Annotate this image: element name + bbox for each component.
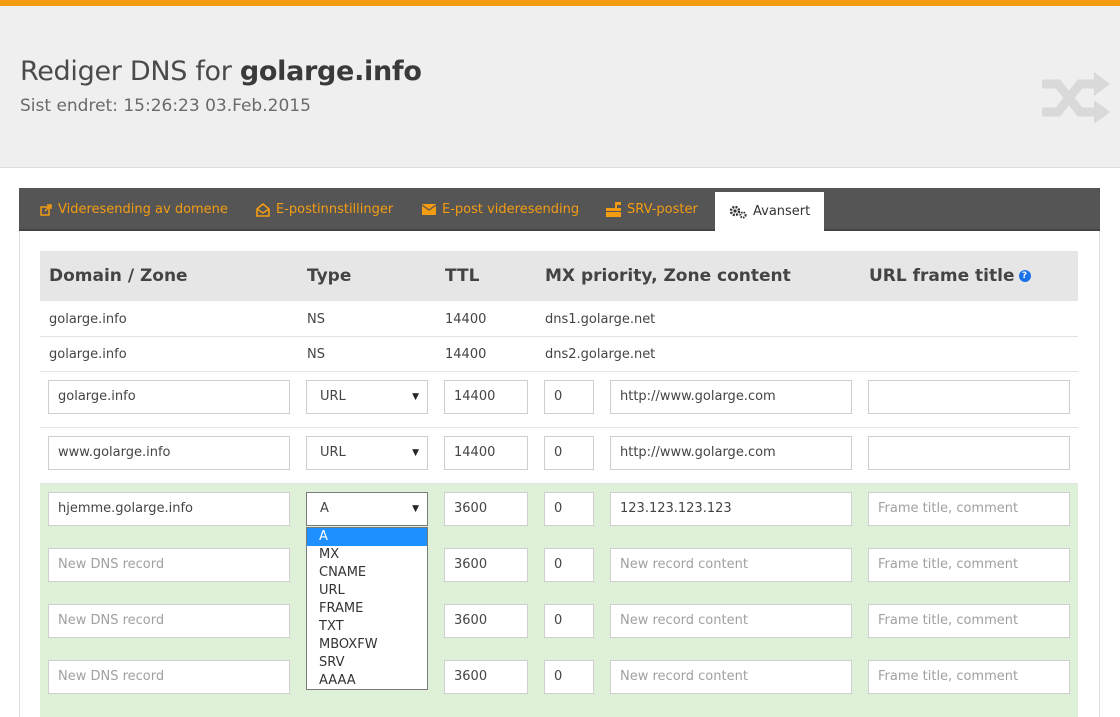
- mx-priority-input[interactable]: 0: [544, 436, 594, 470]
- type-option[interactable]: MX: [307, 546, 427, 564]
- type-dropdown-list: A MX CNAME URL FRAME TXT MBOXFW SRV AAAA: [306, 527, 428, 690]
- row-type: NS: [307, 312, 325, 327]
- type-option[interactable]: CNAME: [307, 564, 427, 582]
- tab-label: E-post videresending: [442, 202, 580, 217]
- new-content-input[interactable]: New record content: [610, 604, 852, 638]
- page-header: Rediger DNS for golarge.info Sist endret…: [0, 6, 1120, 168]
- frame-title-input[interactable]: [868, 436, 1070, 470]
- new-content-input[interactable]: New record content: [610, 660, 852, 694]
- column-header-type: Type: [307, 266, 352, 286]
- tab-domain-forwarding[interactable]: Videresending av domene: [40, 188, 228, 231]
- column-header-frame-title: URL frame title?: [869, 251, 1031, 301]
- row-type: NS: [307, 347, 325, 362]
- external-link-icon: [40, 203, 52, 216]
- type-select[interactable]: URL ▼: [306, 380, 428, 414]
- type-option[interactable]: MBOXFW: [307, 636, 427, 654]
- domain-input[interactable]: www.golarge.info: [48, 436, 290, 470]
- type-select[interactable]: A ▼: [306, 492, 428, 526]
- tab-srv-records[interactable]: SRV-poster: [606, 188, 698, 231]
- row-domain: golarge.info: [49, 312, 127, 327]
- tab-label: Avansert: [753, 204, 811, 219]
- ttl-input[interactable]: 3600: [444, 604, 528, 638]
- ttl-input[interactable]: 14400: [444, 380, 528, 414]
- tab-label: Videresending av domene: [58, 202, 228, 217]
- mailbox-icon: [606, 202, 621, 217]
- mx-priority-input[interactable]: 0: [544, 492, 594, 526]
- tab-email-forwarding[interactable]: E-post videresending: [422, 188, 579, 231]
- new-domain-input[interactable]: New DNS record: [48, 604, 290, 638]
- domain-input[interactable]: golarge.info: [48, 380, 290, 414]
- type-select-value: URL: [320, 445, 346, 460]
- row-ttl: 14400: [445, 347, 487, 362]
- mx-priority-input[interactable]: 0: [544, 380, 594, 414]
- type-option[interactable]: FRAME: [307, 600, 427, 618]
- content-input[interactable]: 123.123.123.123: [610, 492, 852, 526]
- column-header-content: MX priority, Zone content: [545, 266, 791, 286]
- dropdown-arrow-icon: ▼: [412, 504, 419, 514]
- table-header: Domain / Zone Type TTL MX priority, Zone…: [40, 251, 1078, 301]
- new-content-input[interactable]: New record content: [610, 548, 852, 582]
- frame-title-input[interactable]: Frame title, comment: [868, 660, 1070, 694]
- type-option[interactable]: A: [307, 528, 427, 546]
- row-ttl: 14400: [445, 312, 487, 327]
- ttl-input[interactable]: 3600: [444, 548, 528, 582]
- new-domain-input[interactable]: New DNS record: [48, 548, 290, 582]
- row-content: dns2.golarge.net: [545, 347, 656, 362]
- tab-advanced[interactable]: Avansert: [715, 192, 825, 231]
- dropdown-arrow-icon: ▼: [412, 448, 419, 458]
- envelope-open-icon: [256, 202, 270, 217]
- type-option[interactable]: URL: [307, 582, 427, 600]
- title-domain: golarge.info: [239, 56, 422, 87]
- tab-bar: Videresending av domene E-postinnstillin…: [19, 188, 1100, 231]
- ttl-input[interactable]: 14400: [444, 436, 528, 470]
- table-row: golarge.info NS 14400 dns2.golarge.net: [40, 337, 1078, 372]
- dropdown-arrow-icon: ▼: [412, 392, 419, 402]
- frame-title-input[interactable]: Frame title, comment: [868, 604, 1070, 638]
- type-option[interactable]: AAAA: [307, 672, 427, 690]
- column-header-frame-title-label: URL frame title: [869, 266, 1015, 286]
- page-title: Rediger DNS for golarge.info: [20, 56, 422, 87]
- shuffle-icon: [1042, 72, 1110, 124]
- ttl-input[interactable]: 3600: [444, 492, 528, 526]
- domain-input[interactable]: hjemme.golarge.info: [48, 492, 290, 526]
- mx-priority-input[interactable]: 0: [544, 660, 594, 694]
- row-content: dns1.golarge.net: [545, 312, 656, 327]
- column-header-ttl: TTL: [445, 266, 480, 286]
- type-option[interactable]: TXT: [307, 618, 427, 636]
- last-changed: Sist endret: 15:26:23 03.Feb.2015: [20, 96, 311, 116]
- ttl-input[interactable]: 3600: [444, 660, 528, 694]
- frame-title-input[interactable]: Frame title, comment: [868, 548, 1070, 582]
- tab-label: E-postinnstillinger: [276, 202, 394, 217]
- gears-icon: [729, 205, 747, 219]
- help-icon[interactable]: ?: [1018, 270, 1031, 282]
- type-option[interactable]: SRV: [307, 654, 427, 672]
- column-header-domain: Domain / Zone: [49, 266, 188, 286]
- type-select-value: URL: [320, 389, 346, 404]
- table-row: golarge.info NS 14400 dns1.golarge.net: [40, 302, 1078, 337]
- new-domain-input[interactable]: New DNS record: [48, 660, 290, 694]
- content-input[interactable]: http://www.golarge.com: [610, 436, 852, 470]
- frame-title-input[interactable]: [868, 380, 1070, 414]
- type-select[interactable]: URL ▼: [306, 436, 428, 470]
- content-input[interactable]: http://www.golarge.com: [610, 380, 852, 414]
- mx-priority-input[interactable]: 0: [544, 548, 594, 582]
- title-prefix: Rediger DNS for: [20, 56, 240, 87]
- frame-title-input[interactable]: Frame title, comment: [868, 492, 1070, 526]
- row-domain: golarge.info: [49, 347, 127, 362]
- tab-label: SRV-poster: [627, 202, 698, 217]
- tab-email-settings[interactable]: E-postinnstillinger: [256, 188, 393, 231]
- mx-priority-input[interactable]: 0: [544, 604, 594, 638]
- type-select-value: A: [320, 501, 329, 516]
- envelope-icon: [422, 204, 436, 215]
